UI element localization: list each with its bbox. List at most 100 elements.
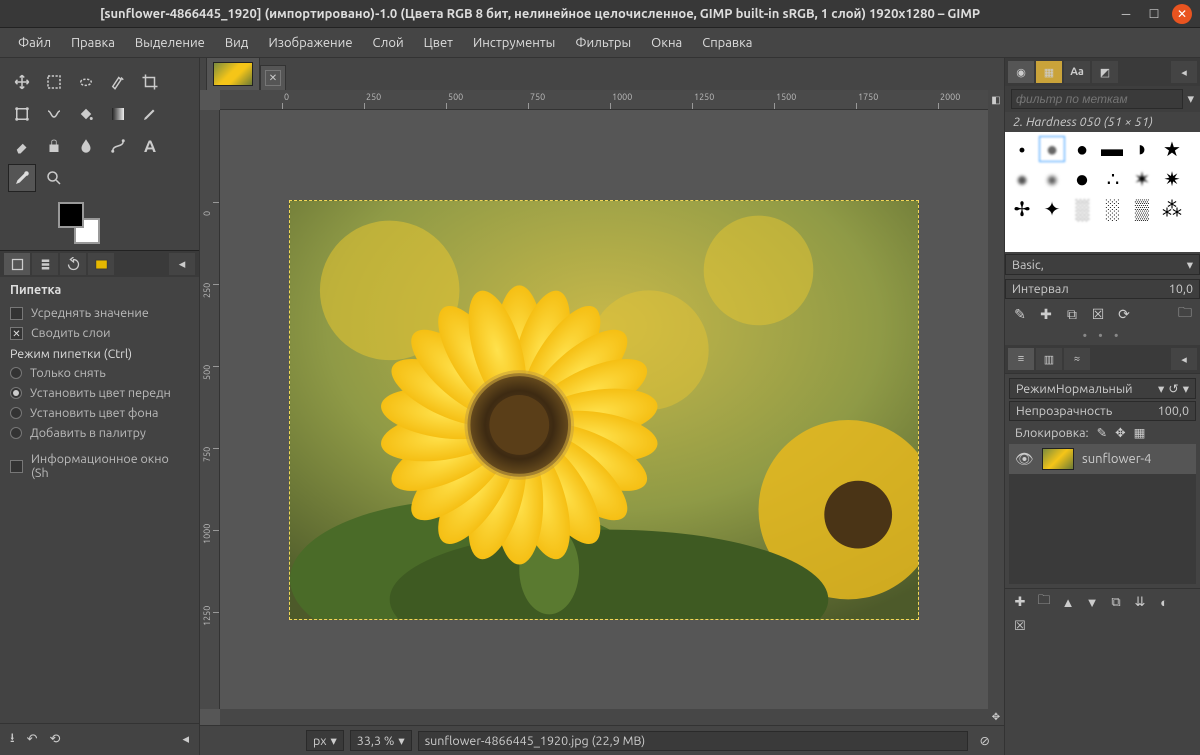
brush-item[interactable]: ▬ <box>1099 136 1125 162</box>
reset-icon[interactable]: ↺ <box>1168 381 1178 396</box>
image-canvas[interactable] <box>289 200 919 620</box>
brush-grid[interactable]: • ● ● ▬ ◗ ★ ● ● ● ∴ ✶ ✷ ✢ ✦ ░ ░ ▒ ⁂ <box>1005 132 1200 252</box>
visibility-icon[interactable]: 👁 <box>1015 450 1034 468</box>
lock-alpha-icon[interactable]: ▦ <box>1134 425 1146 440</box>
brush-item[interactable]: ✢ <box>1009 196 1035 222</box>
brush-item[interactable]: ● <box>1069 166 1095 192</box>
tab-config-icon[interactable]: ◂ <box>1171 61 1197 83</box>
tool-smudge[interactable] <box>72 132 100 160</box>
open-brush-icon[interactable]: 🗀 <box>1176 305 1194 323</box>
vertical-ruler[interactable]: 025050075010001250 <box>200 110 220 709</box>
option-info-window[interactable]: Информационное окно (Sh <box>10 449 189 483</box>
tool-text[interactable]: A <box>136 132 164 160</box>
dup-brush-icon[interactable]: ⧉ <box>1063 305 1081 323</box>
new-layer-icon[interactable]: ✚ <box>1011 593 1029 611</box>
menu-tools[interactable]: Инструменты <box>465 33 563 53</box>
layer-name[interactable]: sunflower-4 <box>1082 452 1151 466</box>
tool-color-picker[interactable] <box>8 164 36 192</box>
brush-item[interactable]: ▒ <box>1129 196 1155 222</box>
edit-brush-icon[interactable]: ✎ <box>1011 305 1029 323</box>
color-swatches[interactable] <box>58 202 100 244</box>
tool-zoom[interactable] <box>40 164 68 192</box>
lock-pixels-icon[interactable]: ✎ <box>1097 425 1107 440</box>
quickmask-icon[interactable]: ◧ <box>988 90 1004 110</box>
dup-layer-icon[interactable]: ⧉ <box>1107 593 1125 611</box>
cancel-icon[interactable]: ⊘ <box>974 733 996 748</box>
tab-history[interactable]: ◩ <box>1092 61 1118 83</box>
tool-crop[interactable] <box>136 68 164 96</box>
layer-row[interactable]: 👁 sunflower-4 <box>1009 444 1196 474</box>
brush-item[interactable]: ◗ <box>1129 136 1155 162</box>
zoom-select[interactable]: 33,3 %▾ <box>350 730 412 751</box>
tab-tool-options[interactable] <box>4 253 30 275</box>
brush-item[interactable]: ✦ <box>1039 196 1065 222</box>
merge-layer-icon[interactable]: ⇊ <box>1131 593 1149 611</box>
maximize-button[interactable]: ☐ <box>1144 4 1164 24</box>
tool-pencil[interactable] <box>136 100 164 128</box>
document-tab-close[interactable]: ✕ <box>260 65 286 90</box>
brush-item[interactable]: ░ <box>1099 196 1125 222</box>
lock-position-icon[interactable]: ✥ <box>1115 425 1125 440</box>
tool-eraser[interactable] <box>8 132 36 160</box>
mask-layer-icon[interactable]: ◐ <box>1155 593 1173 611</box>
option-average[interactable]: Усреднять значение <box>10 303 189 323</box>
tab-config-icon[interactable]: ◂ <box>1171 348 1197 370</box>
document-tab[interactable] <box>206 57 260 90</box>
new-brush-icon[interactable]: ✚ <box>1037 305 1055 323</box>
brush-preset-combo[interactable]: Basic,▾ <box>1005 254 1200 275</box>
menu-color[interactable]: Цвет <box>416 33 461 53</box>
close-button[interactable]: ✕ <box>1172 4 1192 24</box>
unit-select[interactable]: px▾ <box>306 730 344 751</box>
menu-windows[interactable]: Окна <box>643 33 690 53</box>
layer-opacity[interactable]: Непрозрачность100,0 <box>1009 401 1196 421</box>
brush-item[interactable]: ✶ <box>1129 166 1155 192</box>
vertical-scrollbar[interactable] <box>988 110 1004 709</box>
tab-fonts[interactable]: Aa <box>1064 61 1090 83</box>
option-merge-layers[interactable]: Сводить слои <box>10 323 189 343</box>
tool-path[interactable] <box>104 132 132 160</box>
minimize-button[interactable]: ─ <box>1116 4 1136 24</box>
brush-filter-input[interactable] <box>1011 89 1183 109</box>
radio-set-fg[interactable]: Установить цвет передн <box>10 383 189 403</box>
del-brush-icon[interactable]: ☒ <box>1089 305 1107 323</box>
menu-image[interactable]: Изображение <box>260 33 360 53</box>
radio-add-palette[interactable]: Добавить в палитру <box>10 423 189 443</box>
brush-item[interactable]: ░ <box>1069 196 1095 222</box>
menu-filters[interactable]: Фильтры <box>567 33 639 53</box>
tool-free-select[interactable] <box>72 68 100 96</box>
tool-fuzzy-select[interactable] <box>104 68 132 96</box>
tab-channels[interactable]: ▥ <box>1036 348 1062 370</box>
brush-item[interactable]: ● <box>1039 166 1065 192</box>
brush-item[interactable]: ● <box>1039 136 1065 162</box>
tab-undo-history[interactable] <box>60 253 86 275</box>
save-preset-icon[interactable]: ⭳ <box>10 729 15 751</box>
brush-item[interactable]: ● <box>1009 166 1035 192</box>
menu-help[interactable]: Справка <box>694 33 760 53</box>
tab-brushes[interactable]: ◉ <box>1008 61 1034 83</box>
menu-view[interactable]: Вид <box>217 33 257 53</box>
layer-mode[interactable]: РежимНормальный ▾↺▾ <box>1009 378 1196 399</box>
layer-list[interactable]: 👁 sunflower-4 <box>1009 444 1196 584</box>
tab-patterns[interactable]: ▦ <box>1036 61 1062 83</box>
new-group-icon[interactable]: 🗀 <box>1035 593 1053 611</box>
menu-select[interactable]: Выделение <box>127 33 213 53</box>
delete-preset-icon[interactable]: ⟲ <box>49 732 60 747</box>
tab-device-status[interactable] <box>32 253 58 275</box>
brush-item[interactable]: ∴ <box>1099 166 1125 192</box>
navigation-icon[interactable]: ✥ <box>988 709 1004 725</box>
brush-item[interactable]: ● <box>1069 136 1095 162</box>
chevron-down-icon[interactable]: ▾ <box>1187 92 1194 107</box>
brush-item[interactable]: • <box>1009 136 1035 162</box>
brush-item[interactable]: ⁂ <box>1159 196 1185 222</box>
radio-pick-only[interactable]: Только снять <box>10 363 189 383</box>
tool-bucket[interactable] <box>72 100 100 128</box>
tab-config-icon[interactable]: ◂ <box>169 253 195 275</box>
canvas[interactable] <box>220 110 988 709</box>
restore-preset-icon[interactable]: ↶ <box>27 732 38 747</box>
tab-layers[interactable]: ≡ <box>1008 348 1034 370</box>
menu-layer[interactable]: Слой <box>365 33 412 53</box>
menu-edit[interactable]: Правка <box>63 33 123 53</box>
tool-clone[interactable] <box>40 132 68 160</box>
reset-preset-icon[interactable]: ◂ <box>182 732 189 747</box>
lower-layer-icon[interactable]: ▼ <box>1083 593 1101 611</box>
